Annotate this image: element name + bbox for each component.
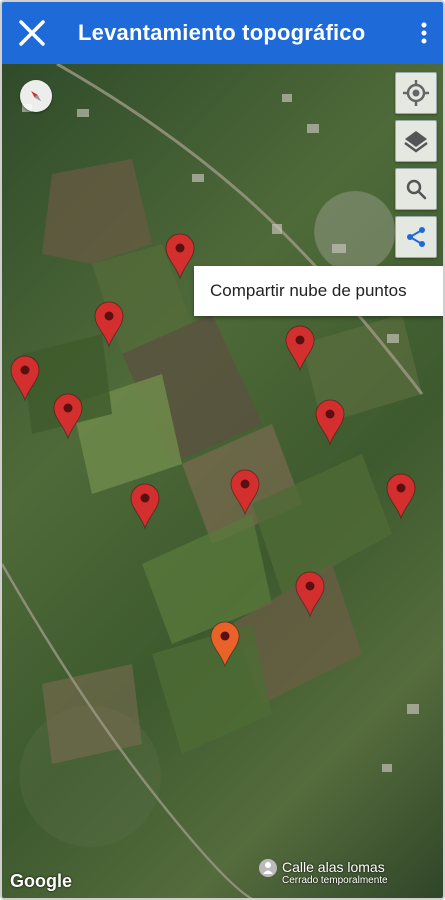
my-location-icon [403,80,429,106]
map-pin[interactable] [229,468,261,516]
map-pin[interactable] [9,354,41,402]
page-title: Levantamiento topográfico [78,20,366,45]
more-vert-icon [421,22,427,44]
map-pin-icon [210,621,240,668]
terrain-overlay [2,64,424,898]
map-pin-icon [386,473,416,520]
map-pin-icon [130,483,160,530]
map-pin[interactable] [209,620,241,668]
map-pin-icon [295,571,325,618]
place-name: Calle alas lomas [282,859,385,875]
close-button[interactable] [2,2,62,64]
map-pin[interactable] [164,232,196,280]
map-pin-icon [10,355,40,402]
map-pin-icon [165,233,195,280]
share-button[interactable] [395,216,437,258]
share-point-cloud-label: Compartir nube de puntos [210,281,407,300]
map-pin[interactable] [314,398,346,446]
search-button[interactable] [395,168,437,210]
map-pin[interactable] [52,392,84,440]
map-pin-icon [53,393,83,440]
search-icon [406,179,427,200]
place-status: Cerrado temporalmente [282,875,388,886]
google-attribution: Google [10,871,72,891]
satellite-map[interactable]: Compartir nube de puntos Google Calle al… [2,64,443,898]
person-pin-icon [259,859,277,877]
phone-frame: Levantamiento topográfico Compartir nube… [0,0,445,900]
layers-icon [404,131,428,153]
map-pin-icon [315,399,345,446]
map-pin-icon [94,301,124,348]
map-pin[interactable] [93,300,125,348]
layers-button[interactable] [395,120,437,162]
map-pin[interactable] [385,472,417,520]
place-label[interactable]: Calle alas lomas Cerrado temporalmente [258,859,388,886]
map-pin[interactable] [284,324,316,372]
more-options-button[interactable] [405,2,443,64]
compass-icon [31,91,41,101]
share-point-cloud-tooltip[interactable]: Compartir nube de puntos [194,266,443,316]
app-bar: Levantamiento topográfico [2,2,443,64]
map-pin[interactable] [129,482,161,530]
my-location-button[interactable] [395,72,437,114]
map-pin-icon [285,325,315,372]
map-pin[interactable] [294,570,326,618]
close-icon [19,20,45,46]
compass-button[interactable] [20,80,52,112]
share-icon [407,227,425,247]
map-pin-icon [230,469,260,516]
